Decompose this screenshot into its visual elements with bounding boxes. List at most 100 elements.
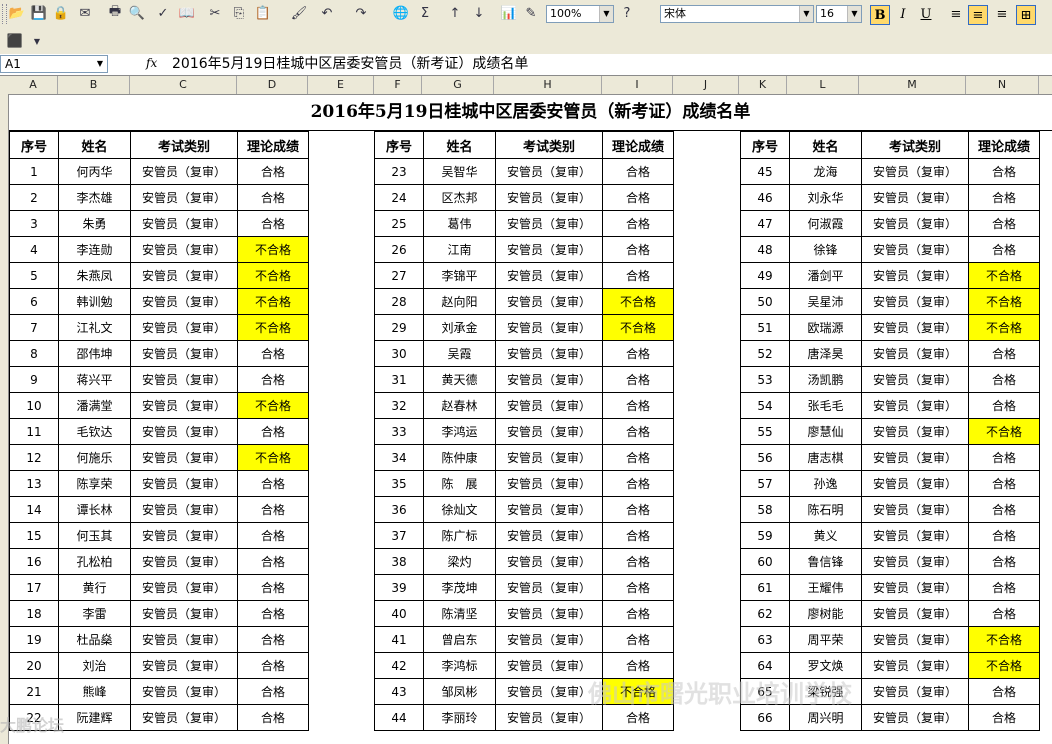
seq-cell[interactable]: 22 (9, 704, 59, 731)
column-header-i[interactable]: I (602, 76, 673, 94)
copy-icon[interactable]: ⎘ (230, 4, 248, 22)
name-cell[interactable]: 陈清坚 (423, 600, 496, 627)
category-cell[interactable]: 安管员（复审） (495, 548, 603, 575)
category-cell[interactable]: 安管员（复审） (861, 600, 969, 627)
category-cell[interactable]: 安管员（复审） (130, 340, 238, 367)
chart-wizard-icon[interactable]: 📊 (500, 4, 518, 22)
seq-cell[interactable]: 61 (740, 574, 790, 601)
seq-cell[interactable]: 39 (374, 574, 424, 601)
print-icon[interactable]: 🖶 (106, 4, 124, 22)
name-box[interactable]: A1 ▼ (0, 55, 108, 73)
align-left-icon[interactable]: ≡ (946, 5, 966, 25)
name-cell[interactable]: 吴星沛 (789, 288, 862, 315)
seq-cell[interactable]: 46 (740, 184, 790, 211)
seq-cell[interactable]: 34 (374, 444, 424, 471)
score-cell[interactable]: 合格 (968, 236, 1040, 263)
name-cell[interactable]: 李连勋 (58, 236, 131, 263)
score-cell[interactable]: 合格 (968, 496, 1040, 523)
name-cell[interactable]: 王耀伟 (789, 574, 862, 601)
name-cell[interactable]: 杜品燊 (58, 626, 131, 653)
category-cell[interactable]: 安管员（复审） (495, 366, 603, 393)
category-cell[interactable]: 安管员（复审） (861, 418, 969, 445)
score-cell[interactable]: 合格 (237, 418, 309, 445)
name-cell[interactable]: 曾启东 (423, 626, 496, 653)
cut-icon[interactable]: ✂ (206, 4, 224, 22)
category-cell[interactable]: 安管员（复审） (861, 678, 969, 705)
seq-cell[interactable]: 49 (740, 262, 790, 289)
name-cell[interactable]: 赵春林 (423, 392, 496, 419)
name-cell[interactable]: 孙逸 (789, 470, 862, 497)
category-cell[interactable]: 安管员（复审） (130, 496, 238, 523)
score-cell[interactable]: 合格 (968, 470, 1040, 497)
name-cell[interactable]: 李雷 (58, 600, 131, 627)
category-cell[interactable]: 安管员（复审） (861, 158, 969, 185)
score-cell[interactable]: 合格 (968, 366, 1040, 393)
seq-cell[interactable]: 31 (374, 366, 424, 393)
name-cell[interactable]: 梁灼 (423, 548, 496, 575)
score-cell[interactable]: 合格 (237, 210, 309, 237)
seq-cell[interactable]: 32 (374, 392, 424, 419)
name-cell[interactable]: 江礼文 (58, 314, 131, 341)
name-cell[interactable]: 李鸿标 (423, 652, 496, 679)
category-cell[interactable]: 安管员（复审） (130, 548, 238, 575)
email-icon[interactable]: ✉ (76, 4, 94, 22)
column-header-d[interactable]: D (237, 76, 308, 94)
seq-cell[interactable]: 52 (740, 340, 790, 367)
font-size-select[interactable]: 16 ▼ (816, 5, 862, 23)
name-cell[interactable]: 梁锐强 (789, 678, 862, 705)
name-cell[interactable]: 徐灿文 (423, 496, 496, 523)
score-cell[interactable]: 合格 (602, 574, 674, 601)
score-cell[interactable]: 合格 (602, 210, 674, 237)
name-cell[interactable]: 唐泽昊 (789, 340, 862, 367)
seq-cell[interactable]: 12 (9, 444, 59, 471)
score-cell[interactable]: 合格 (602, 366, 674, 393)
chevron-down-icon[interactable]: ▼ (599, 6, 613, 22)
category-cell[interactable]: 安管员（复审） (130, 522, 238, 549)
category-cell[interactable]: 安管员（复审） (495, 340, 603, 367)
category-cell[interactable]: 安管员（复审） (861, 262, 969, 289)
name-cell[interactable]: 区杰邦 (423, 184, 496, 211)
name-cell[interactable]: 阮建辉 (58, 704, 131, 731)
category-cell[interactable]: 安管员（复审） (130, 652, 238, 679)
name-cell[interactable]: 蒋兴平 (58, 366, 131, 393)
category-cell[interactable]: 安管员（复审） (495, 392, 603, 419)
underline-button[interactable]: U (916, 5, 936, 25)
font-name-select[interactable]: 宋体 ▼ (660, 5, 814, 23)
chevron-down-icon[interactable]: ▼ (97, 56, 103, 72)
score-cell[interactable]: 合格 (602, 626, 674, 653)
score-cell[interactable]: 合格 (968, 678, 1040, 705)
sort-ascending-icon[interactable]: ↑ (446, 4, 464, 22)
name-cell[interactable]: 欧瑞源 (789, 314, 862, 341)
seq-cell[interactable]: 62 (740, 600, 790, 627)
name-cell[interactable]: 葛伟 (423, 210, 496, 237)
seq-cell[interactable]: 30 (374, 340, 424, 367)
score-cell[interactable]: 不合格 (602, 678, 674, 705)
seq-cell[interactable]: 44 (374, 704, 424, 731)
header-cell[interactable]: 序号 (374, 131, 424, 159)
score-cell[interactable]: 合格 (237, 470, 309, 497)
seq-cell[interactable]: 37 (374, 522, 424, 549)
name-cell[interactable]: 徐锋 (789, 236, 862, 263)
name-cell[interactable]: 吴智华 (423, 158, 496, 185)
column-header-c[interactable]: C (130, 76, 237, 94)
seq-cell[interactable]: 58 (740, 496, 790, 523)
name-cell[interactable]: 罗文焕 (789, 652, 862, 679)
name-cell[interactable]: 周兴明 (789, 704, 862, 731)
name-cell[interactable]: 黄义 (789, 522, 862, 549)
score-cell[interactable]: 合格 (602, 548, 674, 575)
spelling-icon[interactable]: ✓ (154, 4, 172, 22)
category-cell[interactable]: 安管员（复审） (861, 236, 969, 263)
score-cell[interactable]: 不合格 (237, 314, 309, 341)
seq-cell[interactable]: 41 (374, 626, 424, 653)
name-cell[interactable]: 谭长林 (58, 496, 131, 523)
score-cell[interactable]: 合格 (602, 340, 674, 367)
seq-cell[interactable]: 55 (740, 418, 790, 445)
seq-cell[interactable]: 1 (9, 158, 59, 185)
seq-cell[interactable]: 43 (374, 678, 424, 705)
category-cell[interactable]: 安管员（复审） (130, 158, 238, 185)
category-cell[interactable]: 安管员（复审） (861, 496, 969, 523)
column-header-h[interactable]: H (494, 76, 602, 94)
seq-cell[interactable]: 26 (374, 236, 424, 263)
seq-cell[interactable]: 13 (9, 470, 59, 497)
header-cell[interactable]: 姓名 (423, 131, 496, 159)
